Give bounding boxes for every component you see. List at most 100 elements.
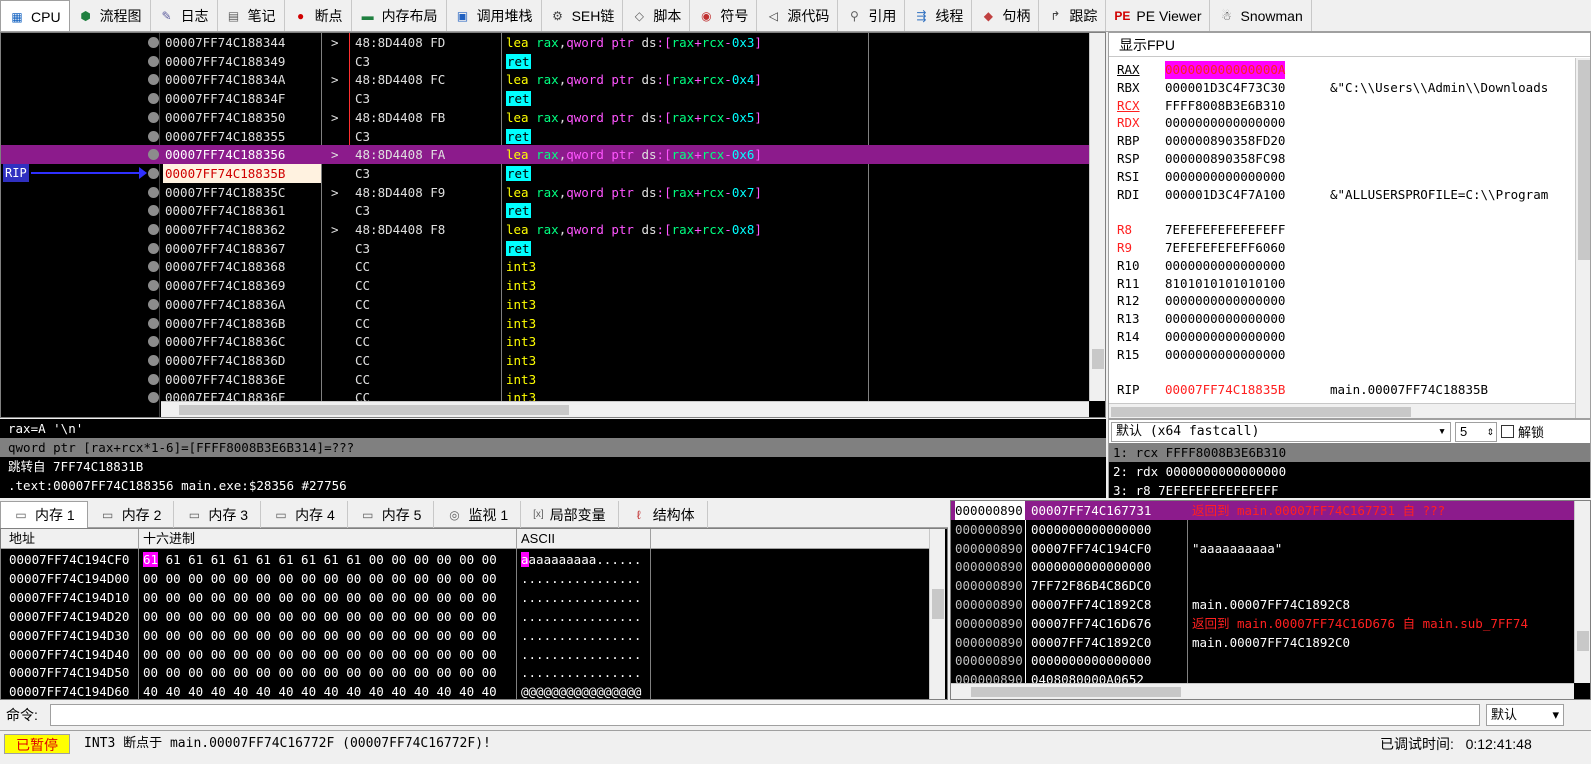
dump-ascii[interactable]: aaaaaaaaaa...... bbox=[521, 550, 641, 569]
register-value[interactable]: 0000000000000000 bbox=[1165, 310, 1285, 328]
stack-row[interactable]: 000000890 0000000000000000 bbox=[951, 520, 1576, 539]
breakpoint-dot-icon[interactable] bbox=[148, 74, 159, 86]
tab-memory-4[interactable]: ▭ 内存 4 bbox=[261, 501, 348, 528]
tab-script[interactable]: ◇ 脚本 bbox=[623, 0, 691, 31]
disasm-row[interactable]: 00007FF74C18835B C3 ret bbox=[1, 163, 1091, 183]
tab-pe-viewer[interactable]: PE PE Viewer bbox=[1106, 0, 1211, 31]
tab-seh[interactable]: ⚙ SEH链 bbox=[542, 0, 624, 31]
register-value[interactable]: 000000890358FC98 bbox=[1165, 150, 1285, 168]
register-value[interactable]: 0000000000000000 bbox=[1165, 168, 1285, 186]
dump-ascii[interactable]: ................ bbox=[521, 645, 641, 664]
dump-hex[interactable]: 00 00 00 00 00 00 00 00 00 00 00 00 00 0… bbox=[143, 588, 497, 607]
register-value[interactable]: 000001D3C4F73C30 bbox=[1165, 79, 1285, 97]
dump-hex[interactable]: 00 00 00 00 00 00 00 00 00 00 00 00 00 0… bbox=[143, 607, 497, 626]
dump-ascii[interactable]: ................ bbox=[521, 588, 641, 607]
stack-value[interactable]: 0000000000000000 bbox=[1031, 557, 1151, 576]
disasm-row[interactable]: 00007FF74C18834A >48:8D4408 FC lea rax,qwo… bbox=[1, 70, 1091, 89]
dump-ascii[interactable]: @@@@@@@@@@@@@@@@ bbox=[521, 682, 641, 699]
dump-row[interactable]: 00007FF74C194D20 00 00 00 00 00 00 00 00 … bbox=[1, 607, 929, 626]
dump-byte-selected[interactable]: 61 bbox=[143, 552, 159, 567]
disasm-row[interactable]: 00007FF74C188367 C3 ret bbox=[1, 239, 1091, 258]
stack-view[interactable]: 000000890 00007FF74C167731 返回到 main.00007F… bbox=[950, 500, 1591, 700]
disasm-row[interactable]: 00007FF74C18836E CC int3 bbox=[1, 370, 1091, 389]
disasm-row[interactable]: 00007FF74C188344 >48:8D4408 FD lea rax,qwo… bbox=[1, 33, 1091, 52]
breakpoint-dot-icon[interactable] bbox=[148, 167, 159, 179]
arg-row[interactable]: 2: rdx 0000000000000000 bbox=[1109, 462, 1590, 481]
dump-hex[interactable]: 61 61 61 61 61 61 61 61 61 61 00 00 00 0… bbox=[143, 550, 497, 569]
tab-memory-5[interactable]: ▭ 内存 5 bbox=[348, 501, 435, 528]
tab-symbol[interactable]: ◉ 符号 bbox=[690, 0, 758, 31]
tab-locals[interactable]: [x] 局部变量 bbox=[521, 501, 619, 528]
disasm-hscroll[interactable] bbox=[161, 401, 1089, 417]
dump-row[interactable]: 00007FF74C194CF0 61 61 61 61 61 61 61 61 … bbox=[1, 550, 929, 569]
tab-memory-3[interactable]: ▭ 内存 3 bbox=[174, 501, 262, 528]
tab-notes[interactable]: ▤ 笔记 bbox=[218, 0, 285, 31]
tab-watch[interactable]: ◎ 监视 1 bbox=[434, 501, 522, 528]
regs-hscroll[interactable] bbox=[1109, 403, 1575, 418]
register-value[interactable]: 00007FF74C18835B bbox=[1165, 381, 1285, 399]
disasm-row[interactable]: 00007FF74C18835C >48:8D4408 F9 lea rax,qwo… bbox=[1, 183, 1091, 202]
disasm-row[interactable]: 00007FF74C188362 >48:8D4408 F8 lea rax,qwo… bbox=[1, 220, 1091, 239]
breakpoint-dot-icon[interactable] bbox=[148, 280, 159, 292]
memory-dump-view[interactable]: 地址 十六进制 ASCII 00007FF74C194CF0 61 61 61 6… bbox=[0, 528, 948, 700]
register-value[interactable]: 000000890358FD20 bbox=[1165, 132, 1285, 150]
disassembly-view[interactable]: 00007FF74C188344 >48:8D4408 FD lea rax,qwo… bbox=[0, 32, 1106, 418]
stack-row[interactable]: 000000890 7FF72F86B4C86DC0 bbox=[951, 576, 1576, 595]
tab-struct[interactable]: ℓ 结构体 bbox=[619, 501, 708, 528]
register-value[interactable]: 000000000000000A bbox=[1165, 61, 1286, 79]
register-value[interactable]: 0000000000000000 bbox=[1165, 346, 1285, 364]
register-value[interactable]: 000001D3C4F7A100 bbox=[1165, 186, 1285, 204]
breakpoint-dot-icon[interactable] bbox=[148, 111, 159, 123]
stack-row[interactable]: 000000890 0000000000000000 bbox=[951, 557, 1576, 576]
tab-breakpoint[interactable]: ● 断点 bbox=[285, 0, 352, 31]
tab-callstack[interactable]: ▣ 调用堆栈 bbox=[447, 0, 542, 31]
disasm-row[interactable]: 00007FF74C188369 CC int3 bbox=[1, 276, 1091, 295]
breakpoint-dot-icon[interactable] bbox=[148, 317, 159, 329]
disasm-row[interactable]: 00007FF74C188349 C3 ret bbox=[1, 52, 1091, 71]
stack-row[interactable]: 000000890 00007FF74C16D676 返回到 main.00007F… bbox=[951, 614, 1576, 633]
tab-graph[interactable]: ⬢ 流程图 bbox=[70, 0, 151, 31]
dump-hex[interactable]: 00 00 00 00 00 00 00 00 00 00 00 00 00 0… bbox=[143, 645, 497, 664]
disasm-row[interactable]: 00007FF74C188361 C3 ret bbox=[1, 201, 1091, 220]
arg-count-spinner[interactable]: 5 ⇕ bbox=[1455, 421, 1497, 442]
register-value[interactable]: FFFF8008B3E6B310 bbox=[1165, 97, 1285, 115]
breakpoint-dot-icon[interactable] bbox=[148, 205, 159, 217]
stack-value[interactable]: 00007FF74C16D676 bbox=[1031, 614, 1151, 633]
disasm-row[interactable]: 00007FF74C18836C CC int3 bbox=[1, 332, 1091, 351]
dump-ascii[interactable]: ................ bbox=[521, 569, 641, 588]
tab-memory-2[interactable]: ▭ 内存 2 bbox=[88, 501, 175, 528]
tab-memory-1[interactable]: ▭ 内存 1 bbox=[0, 501, 88, 528]
callconv-select[interactable]: 默认 (x64 fastcall) ▾ bbox=[1111, 421, 1451, 442]
register-value[interactable]: 0000000000000000 bbox=[1165, 257, 1285, 275]
breakpoint-dot-icon[interactable] bbox=[148, 130, 159, 142]
disasm-row[interactable]: 00007FF74C188350 >48:8D4408 FB lea rax,qwo… bbox=[1, 108, 1091, 127]
register-value[interactable]: 0000000000000000 bbox=[1165, 292, 1285, 310]
regs-vscroll[interactable] bbox=[1575, 58, 1590, 418]
stack-value[interactable]: 0000000000000000 bbox=[1031, 520, 1151, 539]
dump-hex[interactable]: 00 00 00 00 00 00 00 00 00 00 00 00 00 0… bbox=[143, 626, 497, 645]
register-value[interactable]: 0000000000000000 bbox=[1165, 328, 1285, 346]
unlock-checkbox[interactable] bbox=[1501, 425, 1514, 438]
stack-row[interactable]: 000000890 00007FF74C1892C0 main.00007FF74C… bbox=[951, 633, 1576, 652]
breakpoint-dot-icon[interactable] bbox=[148, 298, 159, 310]
dump-hex[interactable]: 00 00 00 00 00 00 00 00 00 00 00 00 00 0… bbox=[143, 663, 497, 682]
stack-row[interactable]: 000000890 00007FF74C167731 返回到 main.00007F… bbox=[951, 501, 1576, 520]
stack-value[interactable]: 00007FF74C194CF0 bbox=[1031, 539, 1151, 558]
disasm-row[interactable]: 00007FF74C18834F C3 ret bbox=[1, 89, 1091, 108]
breakpoint-dot-icon[interactable] bbox=[148, 55, 159, 67]
breakpoint-dot-icon[interactable] bbox=[148, 186, 159, 198]
disasm-row[interactable]: 00007FF74C188356 >48:8D4408 FA lea rax,qwo… bbox=[1, 145, 1091, 165]
stack-value[interactable]: 0000000000000000 bbox=[1031, 651, 1151, 670]
command-input[interactable] bbox=[50, 704, 1480, 726]
disasm-row[interactable]: 00007FF74C18836A CC int3 bbox=[1, 295, 1091, 314]
dump-row[interactable]: 00007FF74C194D40 00 00 00 00 00 00 00 00 … bbox=[1, 645, 929, 664]
callconv-args-list[interactable]: 1: rcx FFFF8008B3E6B310 2: rdx 000000000… bbox=[1109, 443, 1590, 498]
breakpoint-dot-icon[interactable] bbox=[148, 242, 159, 254]
register-value[interactable]: 8101010101010100 bbox=[1165, 275, 1285, 293]
tab-trace[interactable]: ↱ 跟踪 bbox=[1039, 0, 1107, 31]
tab-memory-map[interactable]: ▬ 内存布局 bbox=[352, 0, 447, 31]
dump-row[interactable]: 00007FF74C194D30 00 00 00 00 00 00 00 00 … bbox=[1, 626, 929, 645]
tab-threads[interactable]: ⇶ 线程 bbox=[905, 0, 973, 31]
breakpoint-dot-icon[interactable] bbox=[148, 336, 159, 348]
dump-vscroll[interactable] bbox=[929, 529, 945, 699]
